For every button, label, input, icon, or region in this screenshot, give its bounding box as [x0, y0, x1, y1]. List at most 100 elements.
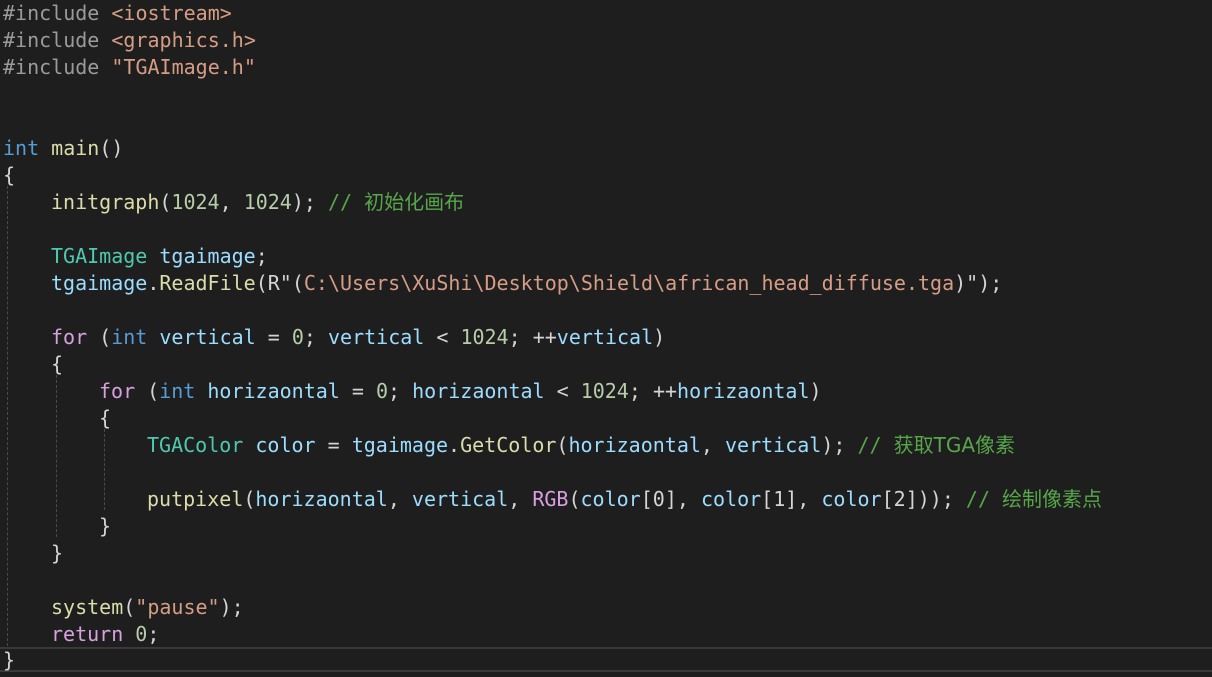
index: [0] — [640, 487, 677, 511]
comment-text: 获取TGA像素 — [893, 433, 1016, 457]
keyword-int: int — [111, 325, 148, 349]
index: [1] — [761, 487, 798, 511]
number-literal: 1024 — [460, 325, 509, 349]
string-literal: C:\Users\XuShi\Desktop\Shield\african_he… — [303, 271, 955, 295]
punctuation: , — [387, 487, 412, 511]
code-editor[interactable]: #include <iostream> #include <graphics.h… — [0, 0, 1212, 677]
close-brace: } — [3, 648, 16, 672]
return-type: int — [3, 136, 40, 160]
keyword-for: for — [51, 325, 88, 349]
punctuation: , — [508, 487, 533, 511]
number-literal: 0 — [375, 379, 389, 403]
variable-name: color — [700, 487, 762, 511]
variable-name: tgaimage — [159, 244, 256, 268]
operator: = — [255, 325, 292, 349]
indent-guide — [7, 186, 8, 646]
number-literal: 0 — [135, 622, 148, 646]
code-line-6[interactable]: int main() — [3, 135, 123, 162]
code-line-21[interactable]: } — [51, 540, 63, 567]
punctuation: , — [700, 433, 726, 457]
code-line-2[interactable]: #include <graphics.h> — [3, 27, 256, 54]
comment-text: 绘制像素点 — [1002, 487, 1103, 511]
code-line-7[interactable]: { — [3, 162, 15, 189]
object-name: tgaimage — [51, 271, 148, 295]
operator: < — [424, 325, 461, 349]
method-call: GetColor — [460, 433, 557, 457]
code-line-13[interactable]: for (int vertical = 0; vertical < 1024; … — [51, 324, 665, 351]
preprocessor-directive: #include — [3, 55, 100, 79]
function-call: system — [51, 595, 124, 619]
code-line-8[interactable]: initgraph(1024, 1024); // 初始化画布 — [51, 189, 464, 216]
keyword-for: for — [99, 379, 136, 403]
close-brace: } — [99, 514, 112, 538]
operator: < — [544, 379, 581, 403]
indent-guide — [56, 375, 57, 537]
punctuation: ( — [159, 190, 172, 214]
current-line-highlight — [0, 647, 1212, 672]
string-literal: "pause" — [135, 595, 220, 619]
punctuation: ( — [87, 325, 112, 349]
punctuation: ); — [219, 595, 244, 619]
argument: vertical — [411, 487, 509, 511]
variable-name: horizaontal — [207, 379, 340, 403]
variable-name: horizaontal — [677, 379, 810, 403]
indent-guide — [104, 429, 105, 510]
punctuation: , — [676, 487, 701, 511]
operator: ++ — [532, 325, 557, 349]
punctuation: ; — [508, 325, 533, 349]
argument: vertical — [725, 433, 822, 457]
argument: horizaontal — [255, 487, 388, 511]
function-call: initgraph — [51, 190, 160, 214]
operator: = — [315, 433, 352, 457]
type-name: TGAImage — [51, 244, 148, 268]
code-line-15[interactable]: for (int horizaontal = 0; horizaontal < … — [99, 378, 822, 405]
argument: horizaontal — [568, 433, 701, 457]
code-line-11[interactable]: tgaimage.ReadFile(R"(C:\Users\XuShi\Desk… — [51, 270, 1002, 297]
punctuation: . — [147, 271, 160, 295]
raw-string-open: "( — [279, 271, 304, 295]
variable-name: horizaontal — [412, 379, 545, 403]
punctuation: , — [797, 487, 822, 511]
punctuation: ; — [147, 622, 160, 646]
punctuation — [123, 622, 135, 646]
preprocessor-directive: #include — [3, 1, 100, 25]
object-name: tgaimage — [351, 433, 449, 457]
code-line-14[interactable]: { — [51, 351, 63, 378]
code-line-10[interactable]: TGAImage tgaimage; — [51, 243, 268, 270]
punctuation: ( — [135, 379, 160, 403]
code-line-23[interactable]: system("pause"); — [51, 594, 244, 621]
close-brace: } — [51, 541, 64, 565]
punctuation: ; — [628, 379, 653, 403]
punctuation: , — [219, 190, 244, 214]
code-line-17[interactable]: TGAColor color = tgaimage.GetColor(horiz… — [147, 432, 1015, 459]
comment-text: 初始化画布 — [364, 190, 465, 214]
number-literal: 1024 — [580, 379, 629, 403]
punctuation: ( — [556, 433, 569, 457]
comment-marker: // — [845, 433, 894, 457]
punctuation: ( — [123, 595, 136, 619]
preprocessor-directive: #include — [3, 28, 100, 52]
punctuation: ) — [653, 325, 666, 349]
number-literal: 1024 — [243, 190, 292, 214]
operator: ++ — [652, 379, 678, 403]
code-line-24[interactable]: return 0; — [51, 621, 159, 648]
operator: = — [339, 379, 376, 403]
punctuation: ( — [243, 487, 256, 511]
punctuation: ) — [809, 379, 822, 403]
code-line-16[interactable]: { — [99, 405, 111, 432]
variable-name: color — [580, 487, 641, 511]
code-line-3[interactable]: #include "TGAImage.h" — [3, 54, 256, 81]
method-call: ReadFile — [159, 271, 256, 295]
code-line-25[interactable]: } — [3, 647, 15, 674]
punctuation: ( — [568, 487, 581, 511]
punctuation: ( — [255, 271, 268, 295]
code-line-20[interactable]: } — [99, 513, 111, 540]
punctuation: ); — [291, 190, 316, 214]
include-path: <graphics.h> — [111, 28, 256, 52]
type-name: TGAColor — [147, 433, 244, 457]
code-line-19[interactable]: putpixel(horizaontal, vertical, RGB(colo… — [147, 486, 1102, 513]
variable-name: vertical — [556, 325, 654, 349]
code-line-1[interactable]: #include <iostream> — [3, 0, 232, 27]
punctuation: ); — [821, 433, 846, 457]
open-brace: { — [3, 163, 16, 187]
